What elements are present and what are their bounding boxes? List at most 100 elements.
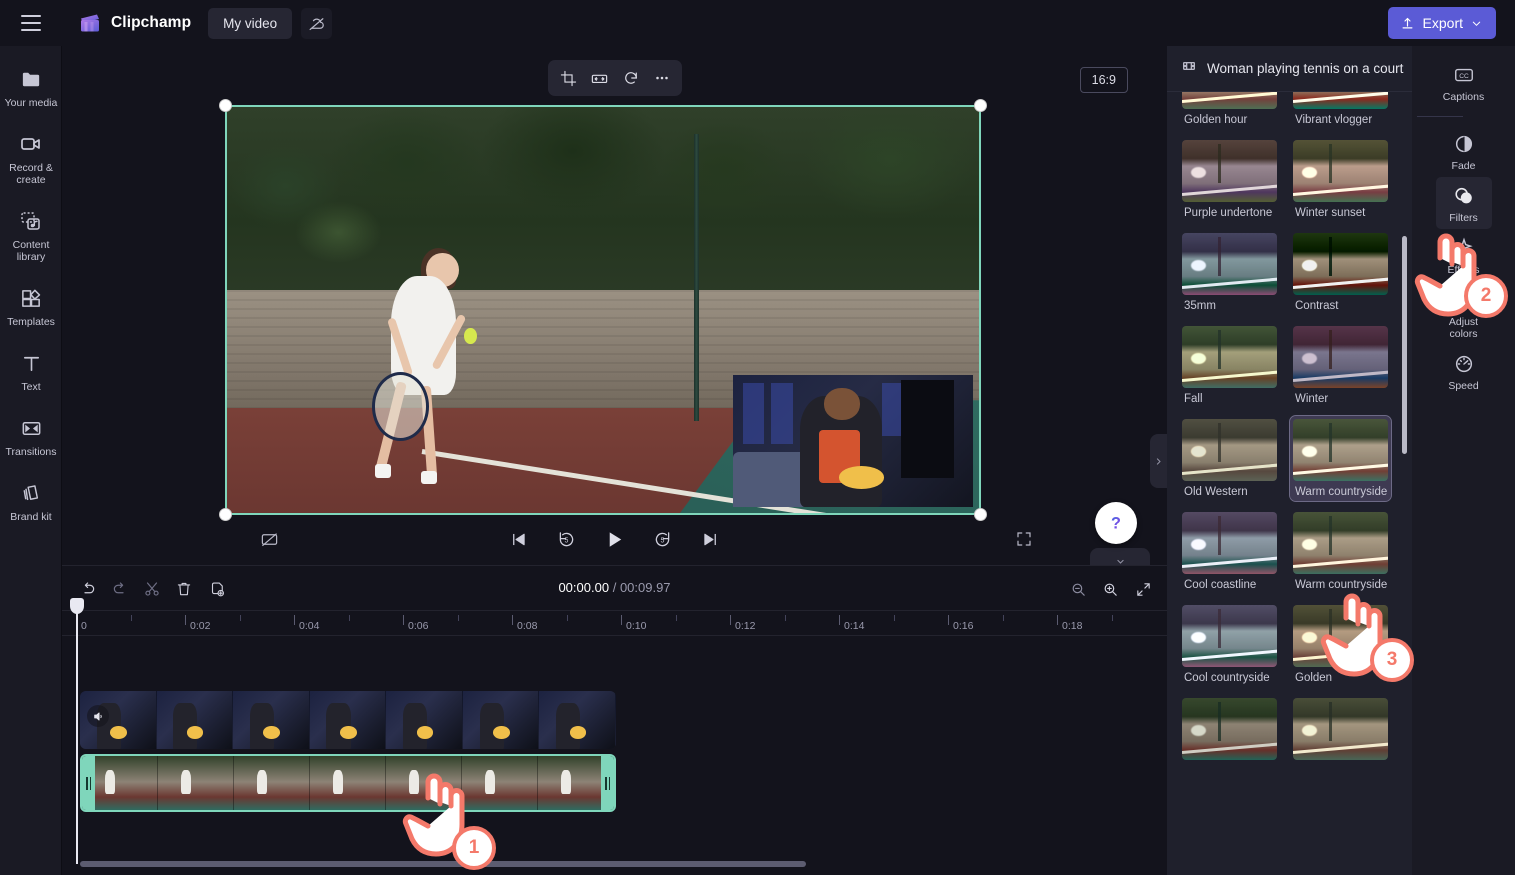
filter-option-cool-coastline[interactable]: Cool coastline	[1179, 509, 1280, 594]
filter-option-old-western[interactable]: Old Western	[1179, 416, 1280, 501]
resize-handle-top-right[interactable]	[974, 99, 987, 112]
picture-in-picture-overlay[interactable]	[733, 375, 973, 507]
scene-tennis-player	[361, 248, 497, 485]
export-button[interactable]: Export	[1387, 7, 1496, 39]
filters-scrollbar-thumb[interactable]	[1402, 236, 1407, 454]
filter-thumbnail	[1293, 419, 1388, 481]
filter-option-cool-countryside[interactable]: Cool countryside	[1179, 602, 1280, 687]
filter-option-winter-sunset[interactable]: Winter sunset	[1290, 137, 1391, 222]
tab-label: Adjust colors	[1448, 316, 1479, 340]
trim-handle-left[interactable]	[82, 756, 95, 810]
hamburger-icon[interactable]	[14, 8, 48, 38]
video-selection-frame[interactable]	[219, 99, 987, 521]
ruler-label: 0:12	[735, 620, 756, 632]
filter-label: Fall	[1184, 393, 1203, 405]
ruler-tick-minor	[566, 615, 568, 621]
forward-5s-icon[interactable]: 5	[648, 524, 678, 554]
flip-horizontal-icon[interactable]	[586, 65, 613, 92]
properties-rail: CC Captions Fade Filters Effects Adjust color…	[1412, 46, 1515, 875]
skip-to-start-icon[interactable]	[504, 524, 534, 554]
filter-label: Cool coastline	[1184, 579, 1257, 591]
tab-effects[interactable]: Effects	[1436, 229, 1492, 281]
crop-icon[interactable]	[555, 65, 582, 92]
filter-label: Warm countryside	[1295, 486, 1388, 498]
timeline-toolbar: 00:00.00 / 00:09.97	[62, 566, 1167, 610]
filter-label: Old Western	[1184, 486, 1248, 498]
tab-label: Effects	[1447, 264, 1480, 276]
ruler-tick	[294, 615, 295, 625]
filter-option-fall[interactable]: Fall	[1179, 323, 1280, 408]
tab-adjust-colors[interactable]: Adjust colors	[1436, 281, 1492, 345]
rotate-icon[interactable]	[617, 65, 644, 92]
cloud-off-icon[interactable]	[301, 7, 333, 39]
tab-speed[interactable]: Speed	[1436, 345, 1492, 397]
fullscreen-icon[interactable]	[1009, 524, 1039, 554]
page-title: Woman playing tennis on a court	[1207, 61, 1404, 76]
timeline-scrollbar[interactable]	[80, 861, 1150, 867]
filter-option-contrast[interactable]: Contrast	[1290, 230, 1391, 315]
tab-fade[interactable]: Fade	[1436, 125, 1492, 177]
ruler-tick-minor	[1002, 615, 1004, 621]
sidebar-item-transitions[interactable]: Transitions	[0, 407, 62, 464]
sidebar-item-content-library[interactable]: Content library	[0, 200, 62, 269]
filter-option[interactable]	[1290, 695, 1391, 768]
filter-thumbnail	[1182, 92, 1277, 109]
filter-option-warm-countryside[interactable]: Warm countryside	[1290, 509, 1391, 594]
filter-option-35mm[interactable]: 35mm	[1179, 230, 1280, 315]
tab-filters[interactable]: Filters	[1435, 177, 1492, 229]
app-header: Clipchamp My video Export	[0, 0, 1515, 46]
filter-option[interactable]	[1179, 695, 1280, 768]
sidebar-item-your-media[interactable]: Your media	[0, 58, 62, 115]
filter-label: Purple undertone	[1184, 207, 1273, 219]
filter-thumbnail	[1182, 140, 1277, 202]
ellipsis-icon[interactable]	[648, 65, 675, 92]
skip-to-end-icon[interactable]	[696, 524, 726, 554]
filter-option-golden-hour[interactable]: Golden hour	[1179, 92, 1280, 129]
play-button[interactable]	[600, 524, 630, 554]
sidebar-item-brand-kit[interactable]: Brand kit	[0, 472, 62, 529]
closed-captions-icon: CC	[1453, 63, 1475, 87]
help-button[interactable]: ?	[1095, 502, 1137, 544]
playhead[interactable]	[70, 598, 84, 864]
ruler-tick-minor	[239, 615, 241, 621]
fit-to-screen-button[interactable]	[1130, 576, 1156, 602]
timeline-scrollbar-thumb[interactable]	[80, 861, 806, 867]
tab-captions[interactable]: CC Captions	[1436, 56, 1492, 108]
ruler-tick	[621, 615, 622, 625]
filters-scroll-region[interactable]: Golden hour Vibrant vlogger Purple underto…	[1167, 92, 1412, 875]
table-row[interactable]	[80, 754, 616, 812]
preview-panel-collapse-button[interactable]	[1150, 434, 1167, 488]
filter-option-warm-countryside[interactable]: Warm countryside	[1289, 415, 1392, 502]
divider	[1417, 116, 1463, 117]
filter-label: 35mm	[1184, 300, 1216, 312]
total-time: 00:09.97	[619, 580, 671, 595]
project-tab[interactable]: My video	[208, 7, 293, 39]
filter-option-golden[interactable]: Golden	[1290, 602, 1391, 687]
filter-thumbnail	[1182, 419, 1277, 481]
filter-option-vibrant-vlogger[interactable]: Vibrant vlogger	[1290, 92, 1391, 129]
speaker-icon[interactable]	[87, 705, 109, 727]
timeline-ruler[interactable]: 0 0:02 0:04 0:06 0:08 0:10 0:12 0:14 0:16 0:18	[62, 610, 1167, 636]
filter-option-purple-undertone[interactable]: Purple undertone	[1179, 137, 1280, 222]
zoom-in-button[interactable]	[1097, 576, 1123, 602]
trim-handle-right[interactable]	[601, 756, 614, 810]
effects-icon	[1453, 236, 1475, 260]
playhead-knob[interactable]	[70, 598, 84, 614]
sidebar-item-record-create[interactable]: Record & create	[0, 123, 62, 192]
time-separator: /	[612, 580, 617, 595]
filter-label: Golden hour	[1184, 114, 1248, 126]
resize-handle-top-left[interactable]	[219, 99, 232, 112]
table-row[interactable]	[80, 691, 616, 749]
aspect-ratio-button[interactable]: 16:9	[1079, 67, 1128, 93]
text-icon	[16, 350, 46, 376]
sidebar-item-templates[interactable]: Templates	[0, 277, 62, 334]
sidebar-item-text[interactable]: Text	[0, 342, 62, 399]
filters-grid: Golden hour Vibrant vlogger Purple underto…	[1167, 92, 1395, 768]
filter-thumbnail	[1182, 698, 1277, 760]
zoom-out-button[interactable]	[1065, 576, 1091, 602]
brand-kit-icon	[16, 480, 46, 506]
filter-option-winter[interactable]: Winter	[1290, 323, 1391, 408]
filter-label: Warm countryside	[1295, 579, 1388, 591]
rewind-5s-icon[interactable]: 5	[552, 524, 582, 554]
filter-thumbnail	[1293, 233, 1388, 295]
